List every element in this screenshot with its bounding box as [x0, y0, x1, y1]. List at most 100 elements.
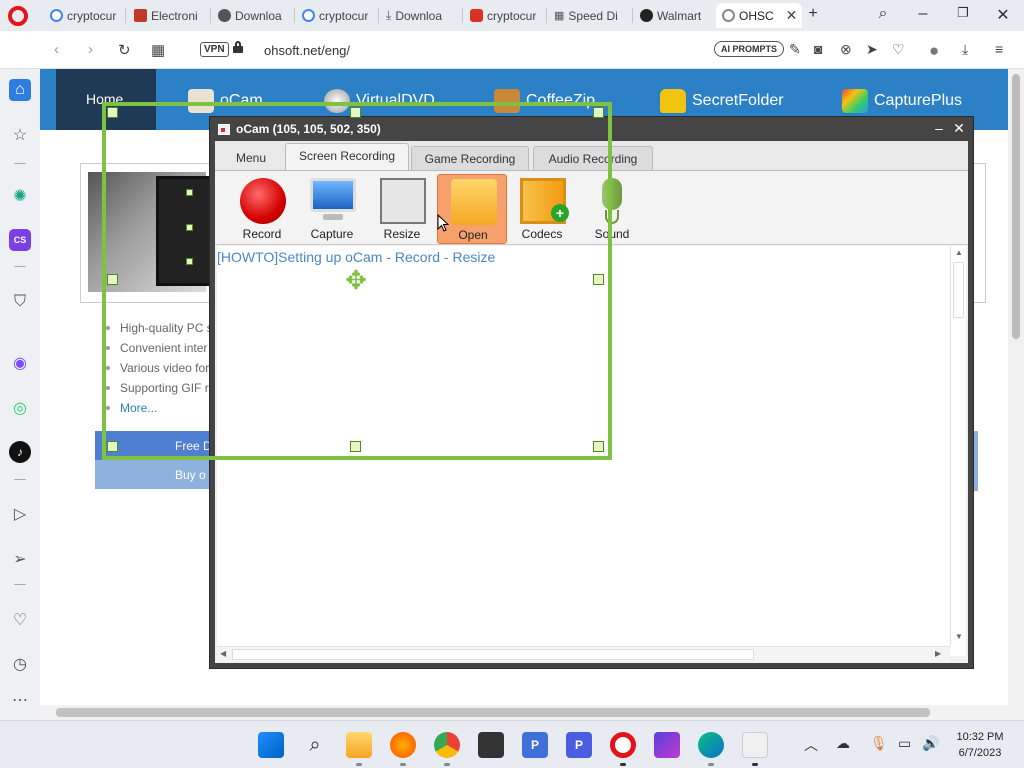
nav-home[interactable]: Home: [56, 69, 156, 130]
forward-icon[interactable]: ›: [88, 41, 93, 58]
history-icon[interactable]: ◷: [9, 653, 31, 675]
buy-button[interactable]: Buy o: [95, 460, 210, 489]
browser-tab[interactable]: ▦ Speed Di: [548, 3, 630, 28]
browser-tab-active[interactable]: OHSC ✕: [716, 3, 802, 28]
block-icon[interactable]: ⊗: [840, 41, 852, 58]
move-icon[interactable]: ✥: [343, 267, 369, 293]
record-button[interactable]: Record: [227, 174, 297, 244]
lock-icon[interactable]: [233, 41, 243, 53]
scroll-right-icon[interactable]: ▶: [935, 649, 941, 658]
scrollbar-thumb[interactable]: [56, 708, 930, 717]
page-vertical-scrollbar[interactable]: [1008, 69, 1024, 720]
tab-menu[interactable]: Menu: [223, 146, 279, 170]
scrollbar-thumb[interactable]: [232, 649, 754, 660]
chrome-icon[interactable]: [434, 732, 460, 758]
downloads-icon[interactable]: ⤓: [962, 41, 968, 58]
browser-tab[interactable]: Electroni: [128, 3, 208, 28]
tab-game-recording[interactable]: Game Recording: [411, 146, 529, 170]
firefox-icon[interactable]: [390, 732, 416, 758]
send-icon[interactable]: ➤: [866, 41, 878, 58]
p-app-icon[interactable]: P: [522, 732, 548, 758]
nav-virtualdvd[interactable]: VirtualDVD: [324, 89, 435, 113]
close-window-button[interactable]: ✕: [992, 5, 1014, 25]
howto-link[interactable]: [HOWTO]Setting up oCam - Record - Resize: [217, 249, 495, 265]
resize-handle[interactable]: [593, 274, 604, 285]
resize-handle[interactable]: [107, 274, 118, 285]
browser-tab[interactable]: Downloa: [212, 3, 292, 28]
nav-captureplus[interactable]: CapturePlus: [842, 89, 962, 113]
scroll-left-icon[interactable]: ◀: [220, 649, 226, 658]
nav-ocam[interactable]: oCam: [188, 89, 263, 113]
restore-button[interactable]: ❐: [952, 5, 974, 21]
resize-button[interactable]: Resize: [367, 174, 437, 244]
tab-audio-recording[interactable]: Audio Recording: [533, 146, 653, 170]
display-icon[interactable]: ▭: [898, 735, 911, 752]
edge-icon[interactable]: [698, 732, 724, 758]
new-tab-button[interactable]: +: [802, 5, 824, 23]
file-explorer-icon[interactable]: [346, 732, 372, 758]
vpn-badge[interactable]: VPN: [200, 42, 229, 57]
codecs-button[interactable]: + Codecs: [507, 174, 577, 244]
more-link[interactable]: More...: [106, 401, 213, 421]
recorder-icon[interactable]: [478, 732, 504, 758]
sound-button[interactable]: Sound: [577, 174, 647, 244]
nav-secretfolder[interactable]: SecretFolder: [660, 89, 784, 113]
resize-handle[interactable]: [186, 224, 193, 231]
browser-tab[interactable]: cryptocur: [464, 3, 544, 28]
search-icon[interactable]: ⌕: [302, 732, 328, 758]
more-icon[interactable]: ⋯: [9, 689, 31, 711]
capture-button[interactable]: Capture: [297, 174, 367, 244]
resize-handle[interactable]: [107, 107, 118, 118]
page-horizontal-scrollbar[interactable]: [40, 705, 1008, 720]
scrollbar-thumb[interactable]: [953, 262, 964, 318]
resize-handle[interactable]: [350, 441, 361, 452]
edit-icon[interactable]: ✎: [789, 41, 801, 58]
resize-handle[interactable]: [593, 107, 604, 118]
browser-tab[interactable]: Walmart: [634, 3, 714, 28]
tab-screen-recording[interactable]: Screen Recording: [285, 143, 409, 170]
star-icon[interactable]: ☆: [9, 124, 31, 146]
cloud-offline-icon[interactable]: ☁: [836, 735, 850, 752]
resize-handle[interactable]: [186, 189, 193, 196]
messenger-icon[interactable]: ◉: [9, 352, 31, 374]
url-field[interactable]: ohsoft.net/eng/: [264, 43, 350, 58]
close-tab-icon[interactable]: ✕: [786, 7, 798, 24]
system-clock[interactable]: 10:32 PM 6/7/2023: [945, 729, 1015, 761]
back-icon[interactable]: ‹: [54, 41, 59, 58]
easy-setup-icon[interactable]: ≡: [995, 41, 1003, 57]
player-icon[interactable]: ▷: [9, 503, 31, 525]
heart-icon[interactable]: ♡: [892, 41, 905, 58]
resize-handle[interactable]: [350, 107, 361, 118]
chatgpt-icon[interactable]: ✺: [9, 185, 31, 207]
send-flow-icon[interactable]: ➢: [9, 548, 31, 570]
close-button[interactable]: ✕: [950, 120, 968, 137]
tiktok-icon[interactable]: ♪: [9, 441, 31, 463]
opera-menu-icon[interactable]: [8, 6, 28, 26]
windows-start-icon[interactable]: [258, 732, 284, 758]
browser-tab[interactable]: cryptocur: [44, 3, 122, 28]
camera-icon[interactable]: ◙: [814, 41, 822, 57]
home-icon[interactable]: ⌂: [9, 79, 31, 101]
open-button[interactable]: Open: [437, 174, 507, 244]
profile-icon[interactable]: ●: [929, 41, 939, 61]
chevron-up-icon[interactable]: ︿: [804, 735, 818, 755]
shopping-icon[interactable]: ⛉: [9, 291, 31, 313]
scrollbar-thumb[interactable]: [1012, 74, 1020, 339]
content-vertical-scrollbar[interactable]: ▲ ▼: [950, 246, 966, 646]
content-horizontal-scrollbar[interactable]: ◀ ▶: [217, 646, 950, 662]
clapper-icon[interactable]: [654, 732, 680, 758]
resize-handle[interactable]: [593, 441, 604, 452]
scroll-up-icon[interactable]: ▲: [951, 248, 967, 257]
chatsonic-icon[interactable]: CS: [9, 229, 31, 251]
ai-prompts-button[interactable]: AI PROMPTS: [714, 41, 785, 57]
scroll-down-icon[interactable]: ▼: [951, 632, 967, 641]
resize-handle[interactable]: [186, 258, 193, 265]
p-app-icon-2[interactable]: P: [566, 732, 592, 758]
ocam-title-bar[interactable]: oCam (105, 105, 502, 350): [210, 117, 973, 141]
heart-icon[interactable]: ♡: [9, 609, 31, 631]
search-tabs-icon[interactable]: ⌕: [872, 5, 894, 23]
volume-icon[interactable]: 🔊: [922, 735, 939, 752]
tab-grid-icon[interactable]: ▦: [151, 41, 165, 59]
browser-tab[interactable]: cryptocur: [296, 3, 376, 28]
resize-handle[interactable]: [107, 441, 118, 452]
